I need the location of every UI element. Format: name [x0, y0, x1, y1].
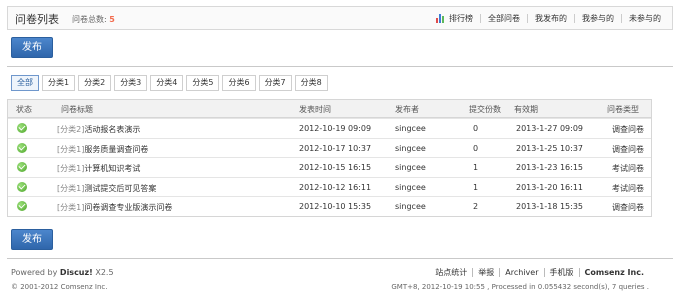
nav-not-participated[interactable]: 未参与的: [621, 14, 668, 23]
row-submissions: 2: [473, 202, 479, 211]
filter-category-7[interactable]: 分类7: [258, 75, 292, 91]
survey-table: 状态 问卷标题 发表时间 发布者 提交份数 有效期 问卷类型 [分类2]活动报名…: [7, 99, 652, 217]
server-info: GMT+8, 2012-10-19 10:55 , Processed in 0…: [391, 283, 649, 291]
check-circle-icon: [17, 142, 27, 153]
table-row: [分类1]问卷调查专业版演示问卷 2012-10-10 15:35 singce…: [8, 196, 651, 216]
row-title[interactable]: 问卷调查专业版演示问卷: [84, 203, 172, 212]
row-posted: 2012-10-19 09:09: [299, 124, 372, 133]
row-expires: 2013-1-20 16:11: [516, 182, 583, 192]
column-expires: 有效期: [514, 105, 538, 114]
footer-link-comsenz[interactable]: Comsenz Inc.: [578, 268, 649, 277]
row-title[interactable]: 计算机知识考试: [84, 164, 140, 173]
row-category[interactable]: [分类1]: [57, 145, 84, 154]
filter-category-8[interactable]: 分类8: [294, 75, 328, 91]
row-type: 考试问卷: [612, 164, 644, 173]
row-category[interactable]: [分类2]: [57, 125, 84, 134]
copyright: © 2001-2012 Comsenz Inc.: [11, 283, 108, 291]
column-type: 问卷类型: [607, 105, 639, 114]
filter-all[interactable]: 全部: [11, 75, 39, 91]
column-submissions: 提交份数: [469, 105, 501, 114]
check-circle-icon: [17, 162, 27, 172]
footer-link-mobile[interactable]: 手机版: [543, 268, 579, 277]
footer-link-report[interactable]: 举报: [472, 268, 499, 277]
footer-divider: [7, 258, 673, 259]
row-category[interactable]: [分类1]: [57, 184, 84, 193]
row-title[interactable]: 服务质量调查问卷: [84, 145, 148, 154]
row-expires: 2013-1-18 15:35: [516, 202, 583, 211]
row-posted: 2012-10-15 16:15: [299, 163, 372, 172]
row-posted: 2012-10-17 10:37: [299, 143, 372, 153]
filter-category-3[interactable]: 分类3: [114, 75, 148, 91]
row-title[interactable]: 测试提交后可见答案: [84, 184, 156, 193]
check-circle-icon: [17, 123, 27, 133]
check-circle-icon: [17, 201, 27, 211]
publish-button-bottom[interactable]: 发布: [11, 229, 53, 250]
row-author[interactable]: singcee: [395, 202, 426, 211]
nav-my-published[interactable]: 我发布的: [527, 14, 574, 23]
divider: [7, 66, 673, 67]
filter-category-6[interactable]: 分类6: [222, 75, 256, 91]
page-title: 问卷列表: [15, 13, 59, 26]
row-type: 调查问卷: [612, 144, 644, 154]
row-submissions: 0: [473, 143, 479, 153]
filter-category-5[interactable]: 分类5: [186, 75, 220, 91]
column-title: 问卷标题: [61, 105, 93, 114]
row-expires: 2013-1-25 10:37: [516, 143, 583, 153]
row-submissions: 0: [473, 124, 479, 133]
footer-links: 站点统计 举报 Archiver 手机版 Comsenz Inc.: [430, 268, 649, 277]
nav-all-surveys[interactable]: 全部问卷: [480, 14, 527, 23]
filter-category-4[interactable]: 分类4: [150, 75, 184, 91]
row-author[interactable]: singcee: [395, 144, 426, 153]
row-author[interactable]: singcee: [395, 124, 426, 133]
footer-link-archiver[interactable]: Archiver: [499, 268, 543, 277]
column-posted: 发表时间: [299, 105, 331, 114]
powered-by: Powered by Discuz! X2.5: [11, 268, 114, 277]
row-type: 考试问卷: [612, 183, 644, 193]
row-expires: 2013-1-27 09:09: [516, 124, 583, 133]
row-author[interactable]: singcee: [395, 183, 426, 192]
page-header: 问卷列表 问卷总数: 5 排行榜 全部问卷 我发布的 我参与的 未参与的: [7, 6, 673, 30]
table-row: [分类1]服务质量调查问卷 2012-10-17 10:37 singcee 0…: [8, 137, 651, 158]
table-header: 状态 问卷标题 发表时间 发布者 提交份数 有效期 问卷类型: [8, 100, 651, 118]
check-circle-icon: [17, 181, 27, 192]
discuz-link[interactable]: Discuz!: [60, 268, 93, 277]
table-row: [分类2]活动报名表演示 2012-10-19 09:09 singcee 0 …: [8, 118, 651, 138]
row-submissions: 1: [473, 182, 479, 192]
row-category[interactable]: [分类1]: [57, 164, 84, 173]
table-row: [分类1]计算机知识考试 2012-10-15 16:15 singcee 1 …: [8, 157, 651, 177]
survey-count-value: 5: [109, 15, 115, 24]
publish-button-top[interactable]: 发布: [11, 37, 53, 58]
column-status: 状态: [16, 105, 32, 114]
row-posted: 2012-10-10 15:35: [299, 202, 372, 211]
table-row: [分类1]测试提交后可见答案 2012-10-12 16:11 singcee …: [8, 176, 651, 197]
bar-chart-icon: [436, 14, 446, 23]
row-category[interactable]: [分类1]: [57, 203, 84, 212]
header-nav: 排行榜 全部问卷 我发布的 我参与的 未参与的: [429, 14, 668, 23]
row-type: 调查问卷: [612, 125, 644, 134]
row-type: 调查问卷: [612, 203, 644, 212]
nav-ranking[interactable]: 排行榜: [429, 14, 480, 23]
row-title[interactable]: 活动报名表演示: [84, 125, 140, 134]
category-filters: 全部 分类1 分类2 分类3 分类4 分类5 分类6 分类7 分类8: [11, 75, 328, 91]
filter-category-1[interactable]: 分类1: [42, 75, 76, 91]
nav-my-participated[interactable]: 我参与的: [574, 14, 621, 23]
survey-count: 问卷总数: 5: [72, 15, 115, 24]
row-posted: 2012-10-12 16:11: [299, 182, 372, 192]
filter-category-2[interactable]: 分类2: [78, 75, 112, 91]
row-submissions: 1: [473, 163, 479, 172]
row-expires: 2013-1-23 16:15: [516, 163, 583, 172]
column-author: 发布者: [395, 105, 419, 114]
footer-link-stats[interactable]: 站点统计: [430, 268, 472, 277]
row-author[interactable]: singcee: [395, 163, 426, 172]
